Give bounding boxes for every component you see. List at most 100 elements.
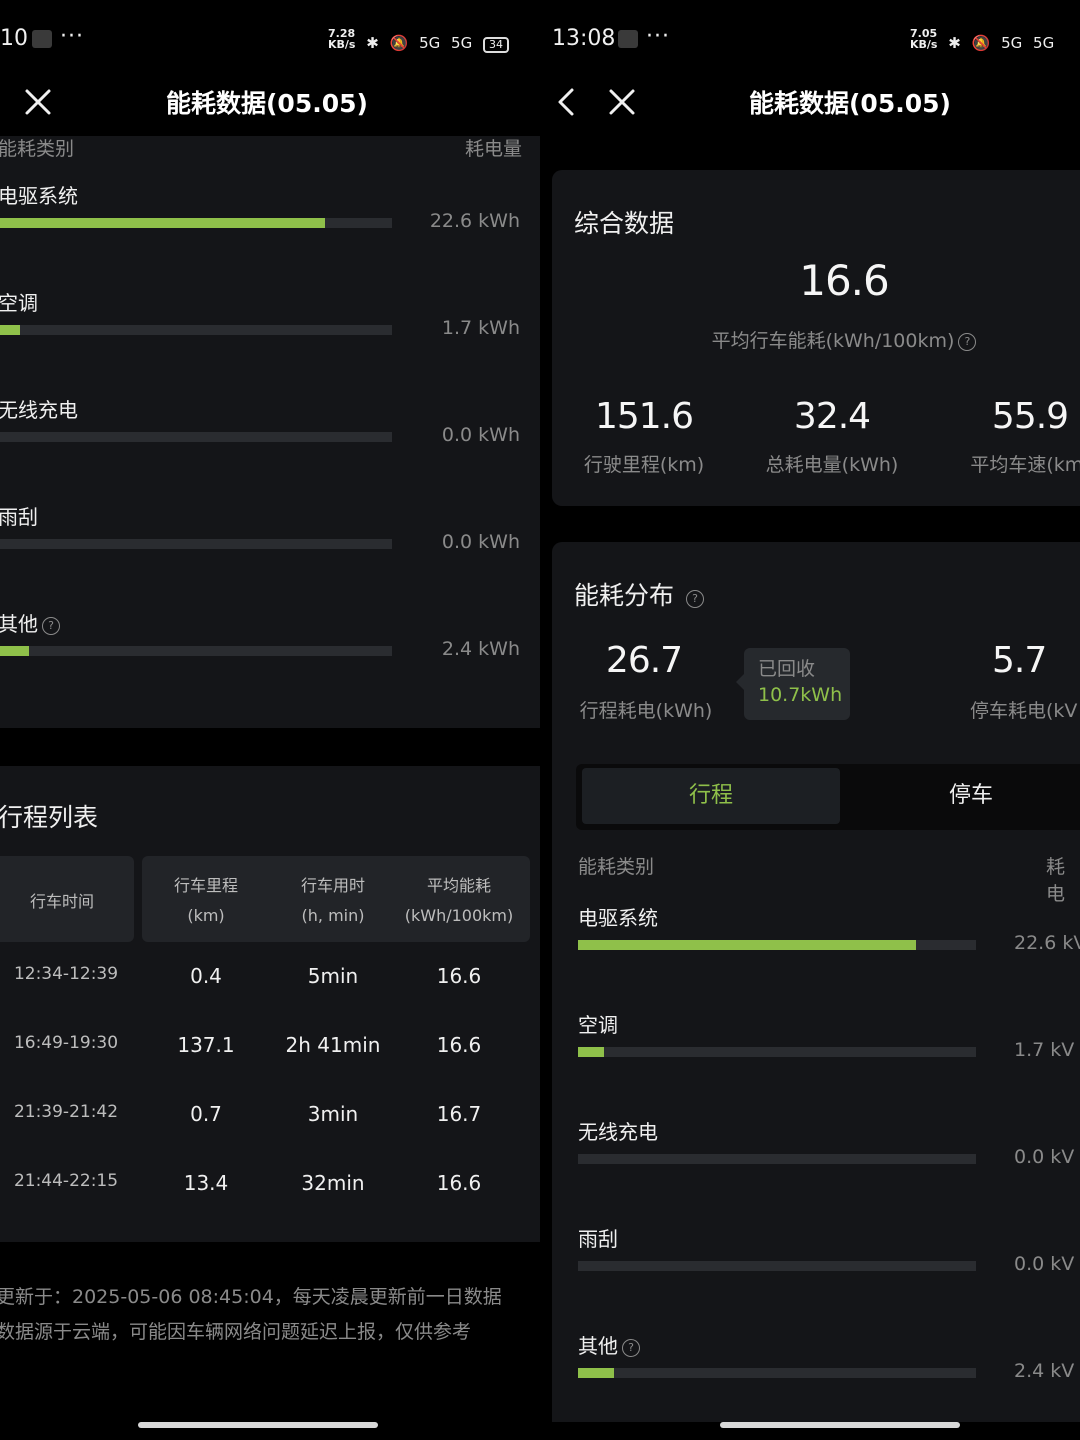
- home-indicator[interactable]: [138, 1422, 378, 1428]
- energy-value: 22.6 kWh: [429, 210, 520, 232]
- trip-list-card: 行程列表 行车时间 行车里程 (km) 行车用时 (h, min) 平均能耗 (kWh/10…: [0, 766, 540, 1242]
- status-time: 13:08: [552, 26, 616, 51]
- battery-icon: 34: [483, 37, 509, 53]
- mute-icon: 🔕: [389, 34, 409, 52]
- energy-category-label: 电驱系统: [578, 906, 658, 930]
- help-icon[interactable]: ?: [686, 590, 705, 608]
- recycled-badge: 已回收 10.7kWh: [736, 648, 850, 720]
- close-icon[interactable]: [606, 86, 638, 118]
- signal-5g-icon: 5G: [1001, 34, 1023, 52]
- energy-value: 0.0 kV: [1014, 1146, 1075, 1168]
- trip-cell: 21:44-22:15: [13, 1171, 119, 1191]
- category-header: 能耗类别: [578, 856, 655, 878]
- energy-category-label: 雨刮: [578, 1227, 618, 1251]
- tab-trip[interactable]: 行程: [582, 768, 840, 824]
- energy-category-label: 无线充电: [578, 1120, 658, 1144]
- energy-value: 22.6 kV: [1014, 932, 1080, 954]
- trip-cell: 32min: [301, 1171, 365, 1195]
- energy-bar-fill: [578, 1368, 614, 1378]
- summary-stat-value: 32.4: [793, 396, 871, 437]
- energy-value: 0.0 kWh: [441, 531, 520, 553]
- trip-cell: 21:39-21:42: [13, 1102, 119, 1122]
- page-title: 能耗数据(05.05): [166, 89, 368, 118]
- status-icons: 7.28 KB/s ✱ 🔕 5G 5G 34: [328, 28, 515, 53]
- distribution-title: 能耗分布?: [574, 576, 705, 612]
- bluetooth-icon: ✱: [366, 34, 379, 52]
- recording-icon: [32, 30, 52, 48]
- trip-cell: 16.7: [436, 1102, 482, 1126]
- trip-cell: 0.4: [190, 964, 222, 988]
- help-icon[interactable]: ?: [622, 1339, 640, 1357]
- trip-cell: 16.6: [436, 1033, 482, 1057]
- energy-value: 2.4 kWh: [441, 638, 520, 660]
- back-icon[interactable]: [552, 86, 584, 118]
- left-screenshot: 10 ··· 7.28 KB/s ✱ 🔕 5G 5G 34 能耗数据(05.05…: [0, 0, 540, 1440]
- more-status-icon: ···: [646, 24, 670, 49]
- column-unit: (h, min): [301, 906, 365, 925]
- status-bar: 13:08 ··· 7.05 KB/s ✱ 🔕 5G 5G: [552, 22, 1080, 58]
- park-energy-label: 停车耗电(kV: [970, 700, 1078, 722]
- summary-stat-value: 151.6: [594, 396, 694, 437]
- energy-bar-fill: [578, 940, 916, 950]
- avg-consumption-label: 平均行车能耗(kWh/100km)?: [552, 326, 1080, 353]
- summary-stat-label: 总耗电量(kWh): [765, 454, 899, 476]
- recycled-value: 10.7kWh: [758, 684, 843, 706]
- network-speed: 7.05 KB/s: [910, 27, 938, 51]
- column-header: 平均能耗: [426, 876, 491, 895]
- signal-5g-icon: 5G: [419, 34, 441, 52]
- source-note: 数据源于云端，可能因车辆网络问题延迟上报，仅供参考: [0, 1321, 472, 1343]
- trip-cell: 5min: [307, 964, 359, 988]
- help-icon[interactable]: ?: [958, 333, 977, 351]
- trip-cell: 0.7: [190, 1102, 222, 1126]
- energy-bar-track: [578, 1154, 976, 1164]
- energy-value: 2.4 kV: [1014, 1360, 1075, 1382]
- summary-stat-value: 55.9: [991, 396, 1069, 437]
- trip-energy-label: 行程耗电(kWh): [579, 700, 713, 722]
- energy-bar-track: [0, 325, 392, 335]
- energy-bar-track: [0, 218, 392, 228]
- energy-bar-track: [0, 539, 392, 549]
- energy-bar-track: [0, 432, 392, 442]
- close-icon[interactable]: [22, 86, 54, 118]
- energy-category-label: 电驱系统: [0, 184, 78, 208]
- energy-value: 0.0 kV: [1014, 1253, 1075, 1275]
- recording-icon: [618, 30, 638, 48]
- energy-bar-track: [578, 1368, 976, 1378]
- status-time: 10: [0, 26, 28, 51]
- right-screenshot: 13:08 ··· 7.05 KB/s ✱ 🔕 5G 5G 能耗数据(05.05…: [552, 0, 1080, 1440]
- nav-bar: 能耗数据(05.05): [0, 78, 540, 126]
- energy-bar-fill: [578, 1047, 604, 1057]
- column-header: 行车里程: [173, 876, 238, 895]
- energy-category-label: 空调: [578, 1013, 618, 1037]
- category-header: 能耗类别: [0, 138, 75, 160]
- home-indicator[interactable]: [720, 1422, 960, 1428]
- energy-category-label: 无线充电: [0, 398, 78, 422]
- energy-bar-track: [578, 940, 976, 950]
- energy-bar-track: [578, 1261, 976, 1271]
- signal-5g-icon-2: 5G: [1033, 34, 1055, 52]
- status-bar: 10 ··· 7.28 KB/s ✱ 🔕 5G 5G 34: [0, 22, 540, 58]
- update-note: 更新于：2025-05-06 08:45:04，每天凌晨更新前一日数据: [0, 1286, 502, 1308]
- energy-bar-track: [0, 646, 392, 656]
- network-speed: 7.28 KB/s: [328, 27, 356, 51]
- summary-stat-label: 平均车速(km/: [970, 454, 1080, 476]
- tab-parking[interactable]: 停车: [842, 768, 1080, 824]
- trip-cell: 2h 41min: [285, 1033, 381, 1057]
- trip-list-title: 行程列表: [0, 803, 99, 832]
- energy-breakdown-card: 能耗类别 耗电量 电驱系统 22.6 kWh 空调 1.7 kWh 无线充电 0.0 kW…: [0, 136, 540, 728]
- mute-icon: 🔕: [971, 34, 991, 52]
- table-header-bg: [142, 856, 530, 942]
- recycled-label: 已回收: [758, 658, 816, 680]
- trip-park-toggle: 行程 停车: [576, 764, 1080, 830]
- energy-bar-fill: [0, 218, 325, 228]
- column-header: 行车用时: [300, 876, 365, 895]
- energy-category-label: 雨刮: [0, 505, 38, 529]
- energy-category-label: 其他?: [578, 1330, 640, 1359]
- page-title: 能耗数据(05.05): [749, 89, 951, 118]
- trip-cell: 12:34-12:39: [13, 964, 119, 984]
- help-icon[interactable]: ?: [42, 617, 60, 635]
- column-unit: (km): [187, 906, 225, 925]
- trip-cell: 13.4: [183, 1171, 229, 1195]
- energy-bar-track: [578, 1047, 976, 1057]
- trip-cell: 16:49-19:30: [13, 1033, 119, 1053]
